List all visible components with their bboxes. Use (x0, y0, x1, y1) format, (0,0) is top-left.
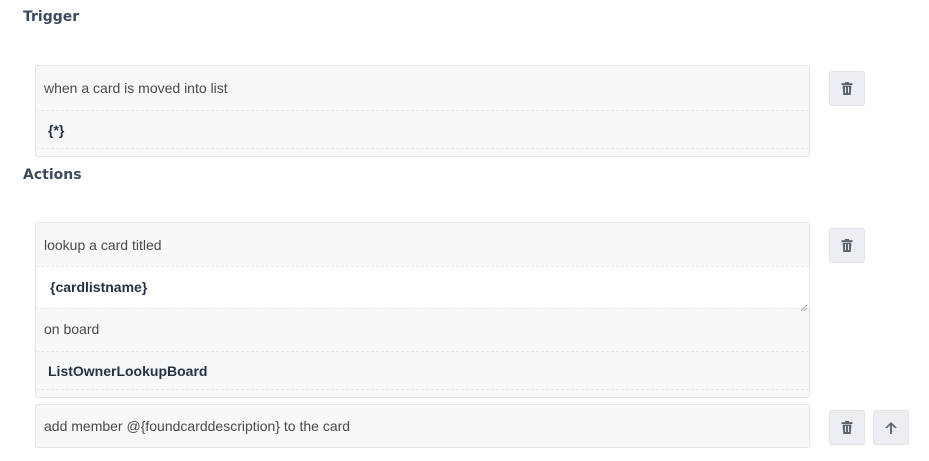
resize-handle-icon[interactable] (800, 299, 808, 312)
arrow-up-icon (885, 421, 897, 434)
lookup-action-card: lookup a card titled {cardlistname} on b… (35, 222, 810, 398)
add-member-phrase: add member @{foundcarddescription} to th… (44, 418, 351, 434)
card-title-textarea[interactable]: {cardlistname} (36, 266, 809, 312)
trigger-value-text: {*} (48, 122, 65, 138)
trash-icon (841, 82, 853, 95)
board-value-text: ListOwnerLookupBoard (48, 362, 208, 379)
trigger-list-value[interactable]: {*} (36, 111, 809, 149)
card-title-value: {cardlistname} (50, 279, 148, 295)
trash-icon (841, 239, 853, 252)
add-member-action-card: add member @{foundcarddescription} to th… (35, 404, 810, 448)
delete-trigger-button[interactable] (829, 71, 865, 106)
delete-lookup-action-button[interactable] (829, 228, 865, 263)
lookup-phrase: lookup a card titled (44, 236, 162, 253)
trigger-card: when a card is moved into list {*} (35, 65, 810, 157)
actions-heading: Actions (23, 167, 82, 183)
board-value-field[interactable]: ListOwnerLookupBoard (36, 352, 809, 389)
trigger-phrase: when a card is moved into list (44, 80, 228, 96)
trigger-heading: Trigger (23, 9, 80, 25)
delete-add-member-action-button[interactable] (829, 410, 865, 445)
trash-icon (841, 421, 853, 434)
divider (36, 389, 809, 390)
divider (36, 148, 809, 149)
move-action-up-button[interactable] (873, 410, 909, 445)
board-phrase: on board (44, 321, 100, 337)
